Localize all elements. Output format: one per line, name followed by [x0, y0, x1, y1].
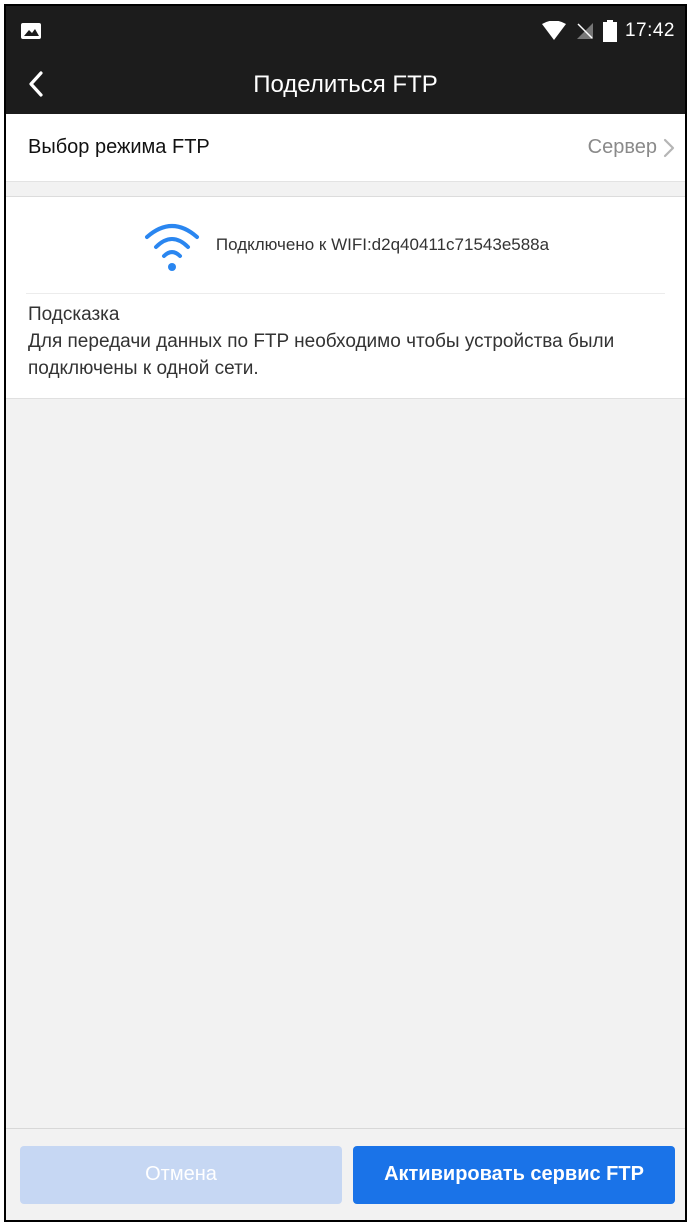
activate-ftp-button[interactable]: Активировать сервис FTP: [353, 1145, 675, 1204]
status-bar: 17:42: [6, 6, 685, 56]
status-time: 17:42: [624, 20, 675, 41]
hint-title: Подсказка: [28, 304, 120, 325]
hint-text: Для передачи данных по FTP необходимо чт…: [28, 331, 615, 379]
page-title: Поделиться FTP: [253, 71, 438, 98]
section-divider: [6, 182, 685, 197]
chevron-left-icon: [29, 71, 43, 97]
wifi-icon: [144, 224, 199, 271]
chevron-right-icon: [663, 138, 675, 157]
ftp-mode-label: Выбор режима FTP: [28, 136, 210, 158]
back-button[interactable]: [16, 62, 56, 106]
hint-block: Подсказка Для передачи данных по FTP нео…: [6, 294, 685, 398]
cancel-button[interactable]: Отмена: [20, 1145, 342, 1204]
ftp-mode-selector[interactable]: Выбор режима FTP Сервер: [6, 114, 685, 182]
wifi-connection-text: Подключено к WIFI:d2q40411c71543e588a: [215, 235, 550, 254]
no-sim-icon: [576, 23, 593, 39]
app-bar: Поделиться FTP: [6, 56, 685, 114]
battery-icon: [602, 20, 617, 42]
wifi-signal-icon: [541, 21, 566, 40]
wifi-status: Подключено к WIFI:d2q40411c71543e588a: [26, 197, 665, 294]
phone-screen: 17:42 Поделиться FTP Выбор режима FTP Се…: [4, 4, 687, 1222]
connection-info-card: Подключено к WIFI:d2q40411c71543e588a По…: [6, 197, 685, 399]
bottom-action-bar: Отмена Активировать сервис FTP: [6, 1128, 685, 1220]
gallery-icon: [21, 23, 41, 39]
ftp-mode-value: Сервер: [587, 136, 657, 158]
